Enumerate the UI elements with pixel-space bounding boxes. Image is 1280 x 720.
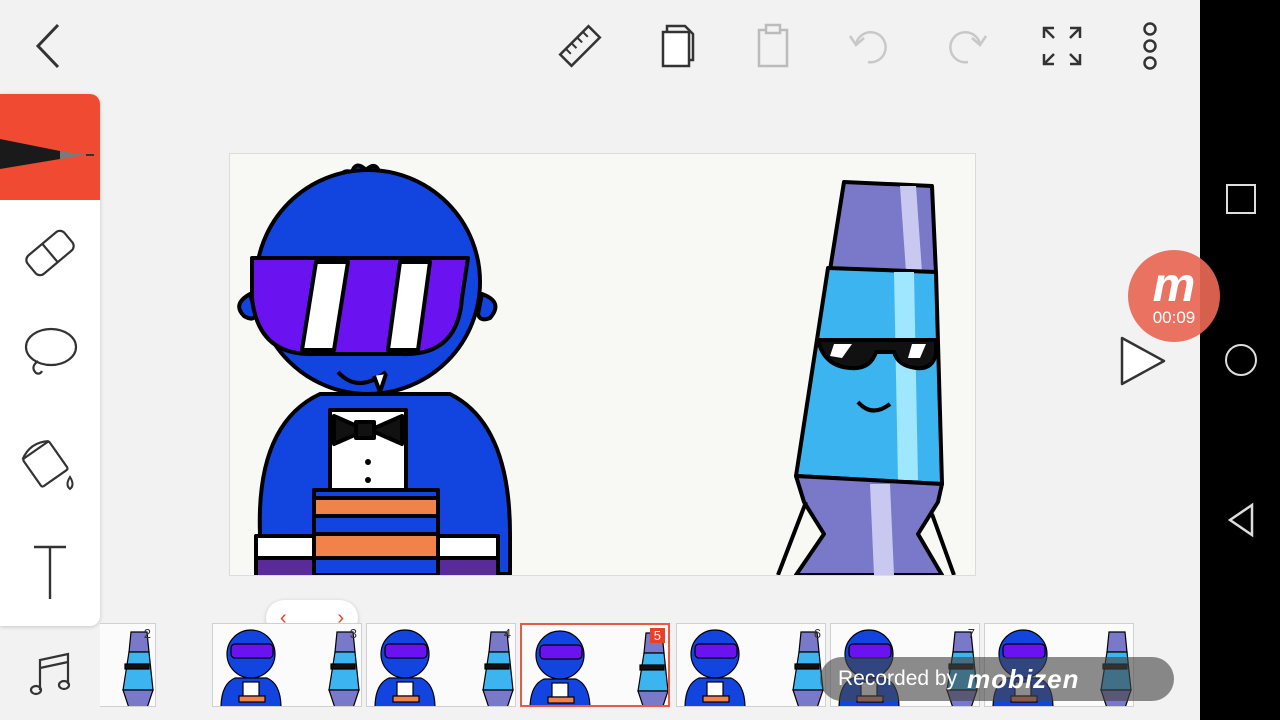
back-button[interactable] <box>22 20 74 72</box>
play-icon <box>1120 336 1166 386</box>
frame-thumbnail[interactable]: 6 <box>676 623 826 707</box>
recorder-logo: m <box>1152 259 1196 312</box>
eraser-icon <box>25 229 75 277</box>
frame-thumbnail[interactable]: 2 <box>100 623 156 707</box>
undo-button[interactable] <box>844 20 896 72</box>
recorded-by-banner: Recorded by mobizen <box>820 657 1174 701</box>
frame-thumbnail-active[interactable]: 5 <box>520 623 670 707</box>
recent-apps-icon[interactable] <box>1226 184 1256 214</box>
frame-thumbnail[interactable]: 4 <box>366 623 516 707</box>
pen-icon <box>0 139 94 169</box>
frame-preview <box>374 629 514 706</box>
frame-number: 6 <box>813 626 821 641</box>
ruler-icon <box>558 24 602 68</box>
blue-character <box>237 163 512 575</box>
frame-thumbnail[interactable]: 3 <box>212 623 362 707</box>
paint-bucket-icon <box>21 439 74 491</box>
recorder-bubble[interactable]: m 00:09 <box>1128 250 1220 342</box>
music-button[interactable] <box>28 648 76 700</box>
more-button[interactable] <box>1124 20 1176 72</box>
paste-button[interactable] <box>747 20 799 72</box>
recorder-timer: 00:09 <box>1152 308 1196 327</box>
text-icon <box>34 545 66 599</box>
fullscreen-button[interactable] <box>1036 20 1088 72</box>
frame-number: 3 <box>349 626 357 641</box>
android-nav-bar <box>1200 0 1280 720</box>
canvas-artwork <box>237 163 956 575</box>
lasso-icon <box>24 327 78 375</box>
text-tool[interactable] <box>0 520 100 626</box>
copy-button[interactable] <box>651 20 703 72</box>
fill-tool[interactable] <box>0 412 100 518</box>
play-button[interactable] <box>1116 334 1170 388</box>
undo-icon <box>848 31 887 64</box>
recorded-by-text: Recorded by <box>838 667 958 690</box>
brand-logo-text: mobizen <box>967 663 1080 694</box>
frame-preview <box>684 629 824 706</box>
more-icon <box>1143 22 1157 70</box>
tool-panel <box>0 94 100 626</box>
frame-number: 5 <box>649 628 665 643</box>
frame-number: 4 <box>503 626 511 641</box>
home-icon[interactable] <box>1225 344 1257 376</box>
lasso-tool[interactable] <box>0 300 100 406</box>
copy-icon <box>661 24 695 68</box>
fullscreen-icon <box>1042 26 1082 66</box>
redo-icon <box>949 31 988 64</box>
eraser-tool[interactable] <box>0 200 100 306</box>
music-note-icon <box>29 652 71 696</box>
paste-icon <box>757 23 789 68</box>
frame-number: 7 <box>967 626 975 641</box>
redo-button[interactable] <box>940 20 992 72</box>
ruler-button[interactable] <box>554 20 606 72</box>
lava-lamp-character <box>776 180 956 575</box>
frame-number: 2 <box>143 626 151 641</box>
back-icon <box>35 23 60 69</box>
drawing-canvas[interactable] <box>229 153 976 576</box>
frame-preview <box>529 630 668 705</box>
pen-tool[interactable] <box>0 94 100 200</box>
back-nav-icon[interactable] <box>1226 502 1256 538</box>
frame-preview <box>220 629 360 706</box>
